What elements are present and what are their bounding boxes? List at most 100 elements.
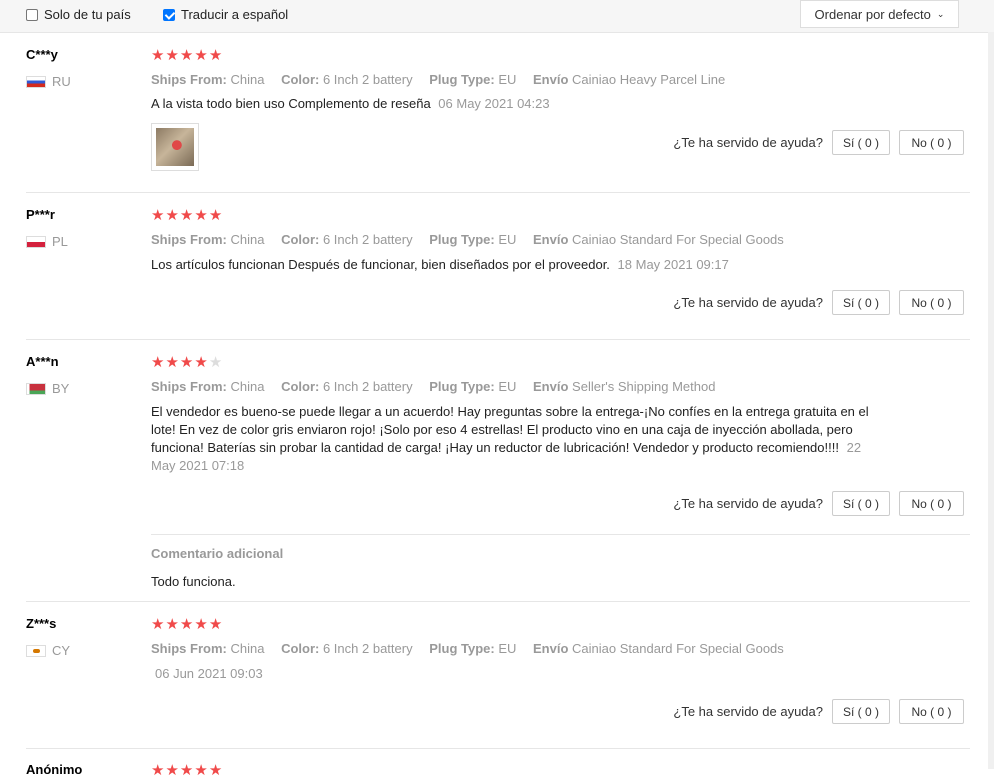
star-icon: ★ [179,47,195,64]
star-icon: ★ [165,354,180,371]
review-body: A la vista todo bien uso Complemento de … [151,96,431,111]
review-text: El vendedor es bueno-se puede llegar a u… [151,403,871,475]
helpful-question: ¿Te ha servido de ayuda? [673,135,823,150]
star-icon: ★ [194,616,209,633]
checkbox-box-checked[interactable] [163,8,175,21]
star-icon: ★ [208,616,224,633]
order-attributes: Ships From: China Color: 6 Inch 2 batter… [151,379,715,394]
reviewer-name: Z***s [26,616,57,631]
helpful-section: ¿Te ha servido de ayuda? Sí ( 0 ) No ( 0… [673,130,964,155]
envio-value: Seller's Shipping Method [572,379,716,394]
scrollbar[interactable] [988,32,994,769]
plug-type-label: Plug Type: [429,232,495,247]
helpful-no-button[interactable]: No ( 0 ) [899,699,964,724]
divider [26,748,970,749]
ships-from-label: Ships From: [151,232,227,247]
helpful-yes-button[interactable]: Sí ( 0 ) [832,699,890,724]
reviewer-name: A***n [26,354,59,369]
color-value: 6 Inch 2 battery [322,232,413,247]
ships-from-value: China [230,379,265,394]
helpful-yes-button[interactable]: Sí ( 0 ) [832,491,890,516]
star-icon: ★ [194,47,209,64]
rating-stars: ★★★★★ [151,617,223,632]
helpful-question: ¿Te ha servido de ayuda? [673,295,823,310]
helpful-section: ¿Te ha servido de ayuda? Sí ( 0 ) No ( 0… [673,699,964,724]
country-code: CY [52,643,71,658]
reviewer-name: P***r [26,207,55,222]
reviewer-country: CY [26,643,70,658]
star-icon: ★ [179,354,195,371]
color-label: Color: [281,232,320,247]
star-empty-icon: ★ [208,354,224,371]
only-my-country-checkbox[interactable]: Solo de tu país [26,7,131,22]
helpful-no-button[interactable]: No ( 0 ) [899,290,964,315]
star-icon: ★ [165,207,180,224]
reviewer-country: PL [26,234,68,249]
divider [151,534,970,535]
chevron-down-icon: ⌄ [936,8,945,19]
flag-pl-icon [26,235,46,248]
plug-type-label: Plug Type: [429,72,495,87]
review-body: El vendedor es bueno-se puede llegar a u… [151,404,869,455]
envio-value: Cainiao Standard For Special Goods [572,641,784,656]
star-icon: ★ [194,762,209,779]
rating-stars: ★★★★★ [151,355,223,370]
plug-type-value: EU [498,379,517,394]
checkbox-box[interactable] [26,8,38,21]
plug-type-label: Plug Type: [429,379,495,394]
star-icon: ★ [151,207,166,224]
review-photo-thumbnail[interactable] [151,123,199,171]
helpful-yes-button[interactable]: Sí ( 0 ) [832,290,890,315]
star-icon: ★ [151,616,166,633]
helpful-question: ¿Te ha servido de ayuda? [673,496,823,511]
divider [26,339,970,340]
review-text: Los artículos funcionan Después de funci… [151,256,871,274]
reviewer-name: C***y [26,47,58,62]
star-icon: ★ [165,616,180,633]
star-icon: ★ [194,207,209,224]
envio-label: Envío [533,641,569,656]
ships-from-label: Ships From: [151,379,227,394]
color-value: 6 Inch 2 battery [322,379,413,394]
helpful-yes-button[interactable]: Sí ( 0 ) [832,130,890,155]
star-icon: ★ [179,207,195,224]
flag-by-icon [26,382,46,395]
envio-label: Envío [533,232,569,247]
star-icon: ★ [179,762,195,779]
color-value: 6 Inch 2 battery [322,641,413,656]
helpful-question: ¿Te ha servido de ayuda? [673,704,823,719]
star-icon: ★ [151,47,166,64]
star-icon: ★ [194,354,209,371]
ships-from-label: Ships From: [151,641,227,656]
country-code: PL [52,234,68,249]
star-icon: ★ [151,354,166,371]
helpful-section: ¿Te ha servido de ayuda? Sí ( 0 ) No ( 0… [673,491,964,516]
color-label: Color: [281,641,320,656]
additional-comment-text: Todo funciona. [151,574,236,589]
divider [26,601,970,602]
additional-comment-title: Comentario adicional [151,546,284,561]
reviewer-name: Anónimo [26,762,83,777]
star-icon: ★ [151,762,166,779]
sort-label: Ordenar por defecto [814,6,931,22]
translate-checkbox[interactable]: Traducir a español [163,7,288,22]
envio-value: Cainiao Standard For Special Goods [572,232,784,247]
rating-stars: ★★★★★ [151,48,223,63]
star-icon: ★ [208,762,224,779]
plug-type-value: EU [498,72,517,87]
plug-type-value: EU [498,232,517,247]
helpful-no-button[interactable]: No ( 0 ) [899,491,964,516]
ships-from-value: China [230,641,265,656]
order-attributes: Ships From: China Color: 6 Inch 2 batter… [151,641,784,656]
translate-label: Traducir a español [181,7,289,22]
flag-cy-icon [26,644,46,657]
review-date: 18 May 2021 09:17 [617,257,729,272]
divider [26,192,970,193]
filter-bar: Solo de tu país Traducir a español Orden… [0,0,994,33]
star-icon: ★ [165,47,180,64]
helpful-no-button[interactable]: No ( 0 ) [899,130,964,155]
review-body: Los artículos funcionan Después de funci… [151,257,610,272]
sort-dropdown[interactable]: Ordenar por defecto ⌄ [800,0,959,28]
country-code: BY [52,381,70,396]
review-date: 06 Jun 2021 09:03 [155,666,263,681]
